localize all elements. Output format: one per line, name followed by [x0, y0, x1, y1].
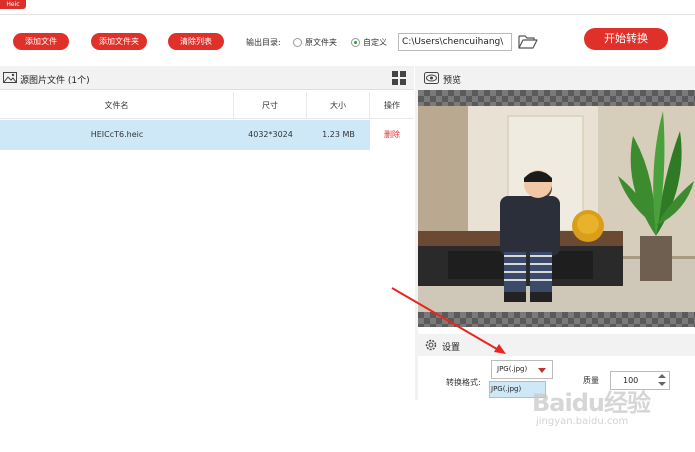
- cell-dimensions: 4032*3024: [248, 130, 293, 139]
- preview-panel: 预览 设置 转换格式: JPG(.jpg) JPG(.jpg) 质量 100: [418, 66, 695, 400]
- table-header: 文件名 尺寸 大小 操作: [0, 92, 414, 119]
- format-label: 转换格式:: [446, 378, 481, 387]
- add-file-button[interactable]: 添加文件: [13, 33, 69, 50]
- column-header-op: 操作: [384, 101, 400, 110]
- radio-on-icon: [351, 38, 360, 47]
- eye-icon: [424, 72, 439, 84]
- format-option-label: JPG(.jpg): [491, 385, 522, 393]
- preview-title: 预览: [443, 76, 462, 86]
- gear-icon: [425, 339, 437, 351]
- chevron-down-icon: [538, 368, 546, 373]
- quality-label: 质量: [583, 376, 599, 385]
- preview-canvas: [418, 90, 695, 327]
- quality-value: 100: [623, 376, 639, 385]
- cell-file-name: HEICcT6.heic: [90, 130, 144, 139]
- stepper-up-icon[interactable]: [658, 374, 666, 378]
- preview-header: 预览: [418, 66, 695, 90]
- add-folder-button[interactable]: 添加文件夹: [91, 33, 147, 50]
- radio-original-folder[interactable]: 原文件夹: [293, 37, 337, 48]
- column-header-size[interactable]: 尺寸: [234, 92, 307, 119]
- file-list-header: 源图片文件 (1个): [0, 66, 414, 90]
- image-icon: [3, 72, 17, 83]
- radio-off-icon: [293, 38, 302, 47]
- output-dir-label: 输出目录:: [246, 38, 281, 47]
- preview-photo: [418, 106, 695, 312]
- output-path-input[interactable]: C:\Users\chencuihang\: [398, 33, 512, 51]
- format-selected-value: JPG(.jpg): [497, 365, 528, 373]
- column-header-bytes[interactable]: 大小: [307, 92, 370, 119]
- grid-view-icon[interactable]: [392, 71, 406, 85]
- column-header-name[interactable]: 文件名: [0, 92, 234, 119]
- format-select[interactable]: JPG(.jpg): [491, 360, 553, 379]
- file-list-title: 源图片文件 (1个): [20, 76, 90, 86]
- start-convert-button[interactable]: 开始转换: [584, 28, 668, 50]
- settings-title: 设置: [442, 343, 461, 353]
- cell-file-size: 1.23 MB: [322, 130, 355, 139]
- watermark-url: jingyan.baidu.com: [536, 416, 629, 427]
- top-divider: [0, 14, 695, 15]
- delete-link[interactable]: 删除: [370, 120, 414, 150]
- radio-custom-folder[interactable]: 自定义: [351, 37, 387, 48]
- stepper-arrows[interactable]: [656, 373, 668, 388]
- format-dropdown-option[interactable]: JPG(.jpg): [489, 381, 546, 398]
- clear-list-button[interactable]: 清除列表: [168, 33, 224, 50]
- table-row[interactable]: HEICcT6.heic 4032*3024 1.23 MB 删除: [0, 120, 414, 150]
- file-list-panel: 源图片文件 (1个) 文件名 尺寸 大小 操作 HEICcT6.heic 403…: [0, 66, 414, 400]
- stepper-down-icon[interactable]: [658, 382, 666, 386]
- quality-stepper[interactable]: 100: [610, 371, 670, 390]
- app-badge: Heic: [0, 0, 26, 9]
- radio-original-label: 原文件夹: [305, 38, 337, 47]
- folder-open-icon[interactable]: [518, 33, 538, 50]
- settings-header: 设置: [418, 334, 695, 356]
- radio-custom-label: 自定义: [363, 38, 387, 47]
